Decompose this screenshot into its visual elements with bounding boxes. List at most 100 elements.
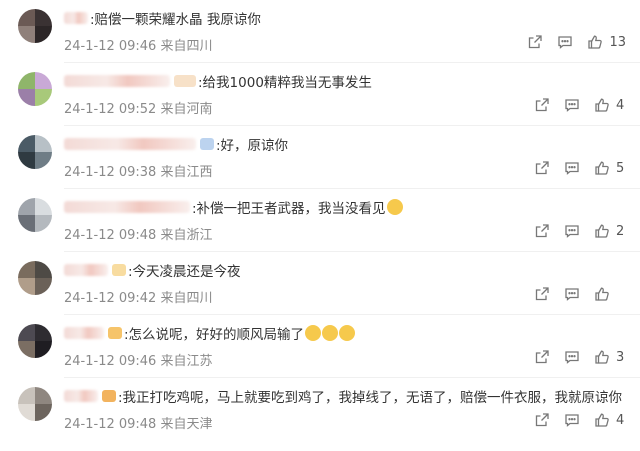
comment-icon bbox=[565, 225, 579, 238]
like-count: 4 bbox=[616, 412, 625, 428]
comment-text: :我正打吃鸡呢，马上就要吃到鸡了，我掉线了，无语了，赔偿一件衣服，我就原谅你 bbox=[118, 390, 623, 406]
comment-meta: 24-1-12 09:48 来自浙江 bbox=[64, 224, 213, 243]
like-button[interactable]: 3 bbox=[594, 349, 626, 365]
comment-item: :赔偿一颗荣耀水晶 我原谅你 24-1-12 09:46 来自四川 13 bbox=[0, 0, 640, 63]
comment-button[interactable] bbox=[564, 97, 580, 113]
like-button[interactable]: 2 bbox=[594, 223, 626, 239]
repost-button[interactable] bbox=[534, 412, 550, 428]
repost-button[interactable] bbox=[527, 34, 543, 50]
username-redacted[interactable] bbox=[64, 390, 98, 402]
username-redacted[interactable] bbox=[64, 201, 190, 213]
like-button[interactable]: 4 bbox=[594, 412, 626, 428]
badge-icon bbox=[200, 138, 214, 150]
comment-time: 24-1-12 09:48 bbox=[64, 228, 157, 243]
avatar[interactable] bbox=[18, 9, 52, 43]
comment-icon bbox=[565, 288, 579, 301]
repost-icon bbox=[535, 413, 549, 427]
comment-time: 24-1-12 09:46 bbox=[64, 39, 157, 54]
like-icon bbox=[595, 350, 609, 364]
comment-item: :今天凌晨还是今夜 24-1-12 09:42 来自四川 bbox=[0, 252, 640, 315]
username-redacted[interactable] bbox=[64, 75, 170, 87]
comment-text: :今天凌晨还是今夜 bbox=[128, 264, 241, 280]
username-redacted[interactable] bbox=[64, 138, 196, 150]
repost-button[interactable] bbox=[534, 286, 550, 302]
like-button[interactable]: 4 bbox=[594, 97, 626, 113]
comment-meta: 24-1-12 09:46 来自江苏 bbox=[64, 350, 213, 369]
comment-location: 来自江西 bbox=[160, 165, 213, 180]
repost-button[interactable] bbox=[534, 160, 550, 176]
comment-meta: 24-1-12 09:46 来自四川 bbox=[64, 35, 213, 54]
comment-time: 24-1-12 09:46 bbox=[64, 354, 157, 369]
like-button[interactable]: 5 bbox=[594, 160, 626, 176]
comment-text: :给我1000精粹我当无事发生 bbox=[198, 75, 372, 91]
username-redacted[interactable] bbox=[64, 327, 104, 339]
crying-emoji-icon bbox=[305, 325, 322, 341]
comment-meta: 24-1-12 09:38 来自江西 bbox=[64, 161, 213, 180]
comment-button[interactable] bbox=[564, 349, 580, 365]
repost-icon bbox=[535, 287, 549, 301]
comment-text: :赔偿一颗荣耀水晶 我原谅你 bbox=[90, 12, 261, 28]
comment-button[interactable] bbox=[564, 412, 580, 428]
like-button[interactable] bbox=[594, 286, 626, 302]
comment-icon bbox=[565, 162, 579, 175]
scared-emoji-icon bbox=[386, 199, 403, 215]
comment-meta: 24-1-12 09:52 来自河南 bbox=[64, 98, 213, 117]
crying-emoji-icon bbox=[339, 325, 356, 341]
comment-button[interactable] bbox=[564, 223, 580, 239]
avatar[interactable] bbox=[18, 198, 52, 232]
comment-item: :好，原谅你 24-1-12 09:38 来自江西 5 bbox=[0, 126, 640, 189]
comment-time: 24-1-12 09:38 bbox=[64, 165, 157, 180]
comment-button[interactable] bbox=[564, 160, 580, 176]
like-icon bbox=[595, 161, 609, 175]
like-button[interactable]: 13 bbox=[587, 34, 626, 50]
like-icon bbox=[595, 287, 609, 301]
comment-icon bbox=[558, 36, 573, 49]
comment-location: 来自四川 bbox=[160, 291, 213, 306]
like-icon bbox=[595, 224, 609, 238]
avatar[interactable] bbox=[18, 72, 52, 106]
crying-emoji-icon bbox=[322, 325, 339, 341]
username-redacted[interactable] bbox=[64, 264, 108, 276]
avatar[interactable] bbox=[18, 261, 52, 295]
like-count: 3 bbox=[616, 349, 625, 365]
badge-icon bbox=[112, 264, 126, 276]
comment-item: :给我1000精粹我当无事发生 24-1-12 09:52 来自河南 4 bbox=[0, 63, 640, 126]
like-count: 13 bbox=[609, 34, 626, 50]
comment-icon bbox=[565, 99, 579, 112]
username-redacted[interactable] bbox=[64, 12, 88, 24]
comment-location: 来自浙江 bbox=[160, 228, 213, 243]
comment-location: 来自江苏 bbox=[160, 354, 213, 369]
badge-icon bbox=[174, 75, 196, 87]
comment-location: 来自河南 bbox=[160, 102, 213, 117]
repost-button[interactable] bbox=[534, 223, 550, 239]
repost-icon bbox=[529, 35, 543, 49]
comment-time: 24-1-12 09:52 bbox=[64, 102, 157, 117]
avatar[interactable] bbox=[18, 324, 52, 358]
avatar[interactable] bbox=[18, 135, 52, 169]
like-icon bbox=[595, 98, 609, 112]
comment-icon bbox=[565, 351, 579, 364]
comment-item: :补偿一把王者武器，我当没看见 24-1-12 09:48 来自浙江 2 bbox=[0, 189, 640, 252]
comment-time: 24-1-12 09:48 bbox=[64, 417, 157, 432]
like-count: 5 bbox=[616, 160, 625, 176]
comment-location: 来自四川 bbox=[160, 39, 213, 54]
comment-location: 来自天津 bbox=[160, 417, 213, 432]
like-icon bbox=[588, 35, 603, 49]
comment-meta: 24-1-12 09:42 来自四川 bbox=[64, 287, 213, 306]
like-icon bbox=[595, 413, 609, 427]
comment-button[interactable] bbox=[557, 34, 573, 50]
avatar[interactable] bbox=[18, 387, 52, 421]
badge-icon bbox=[108, 327, 122, 339]
repost-icon bbox=[535, 98, 549, 112]
comment-meta: 24-1-12 09:48 来自天津 bbox=[64, 413, 213, 432]
repost-button[interactable] bbox=[534, 349, 550, 365]
comment-button[interactable] bbox=[564, 286, 580, 302]
badge-icon bbox=[102, 390, 116, 402]
comment-item: :我正打吃鸡呢，马上就要吃到鸡了，我掉线了，无语了，赔偿一件衣服，我就原谅你 2… bbox=[0, 378, 640, 451]
repost-button[interactable] bbox=[534, 97, 550, 113]
comment-icon bbox=[565, 414, 579, 427]
comment-text: :补偿一把王者武器，我当没看见 bbox=[192, 201, 386, 217]
like-count: 2 bbox=[616, 223, 625, 239]
repost-icon bbox=[535, 161, 549, 175]
repost-icon bbox=[535, 224, 549, 238]
